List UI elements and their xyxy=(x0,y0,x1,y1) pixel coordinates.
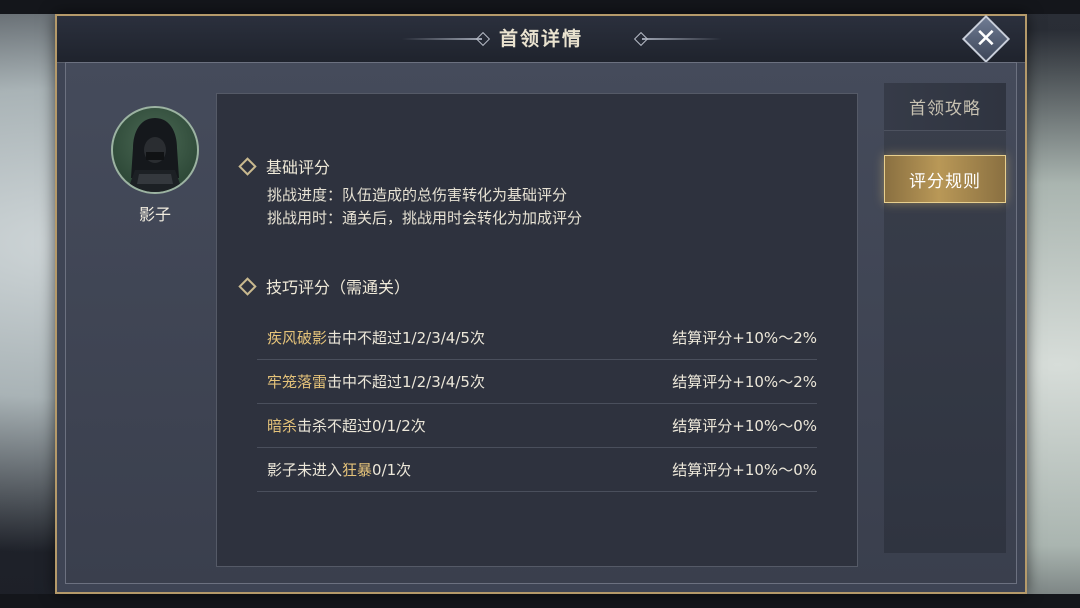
skill-rule-row: 牢笼落雷击中不超过1/2/3/4/5次 结算评分+10%～2% xyxy=(257,359,817,404)
dialog-title: 首领详情 xyxy=(498,28,583,50)
rule-reward: 结算评分+10%～0% xyxy=(672,416,817,435)
diamond-bullet-icon xyxy=(238,156,257,176)
rule-reward: 结算评分+10%～2% xyxy=(672,372,817,391)
skill-rule-row: 影子未进入狂暴0/1次 结算评分+10%～0% xyxy=(257,447,817,492)
boss-name: 影子 xyxy=(138,205,171,224)
rule-condition-text: 0/1次 xyxy=(372,460,412,479)
basic-score-line-1: 挑战进度：队伍造成的总伤害转化为基础评分 xyxy=(267,186,568,204)
rule-reward: 结算评分+10%～2% xyxy=(672,328,817,347)
basic-score-title: 基础评分 xyxy=(266,158,331,177)
rule-reward: 结算评分+10%～0% xyxy=(672,460,817,479)
rule-condition-text: 击中不超过1/2/3/4/5次 xyxy=(327,328,485,347)
basic-score-line-2: 挑战用时：通关后，挑战用时会转化为加成评分 xyxy=(267,209,583,227)
tab-column: 首领攻略 评分规则 xyxy=(884,83,1006,553)
skill-rule-row: 暗杀击杀不超过0/1/2次 结算评分+10%～0% xyxy=(257,403,817,448)
rule-skill-name: 牢笼落雷 xyxy=(267,372,328,391)
rule-skill-name: 疾风破影 xyxy=(267,328,328,347)
rule-condition: 疾风破影击中不超过1/2/3/4/5次 xyxy=(257,327,485,348)
top-edge xyxy=(0,0,1080,14)
basic-score-heading: 基础评分 xyxy=(238,154,331,178)
rule-condition: 暗杀击杀不超过0/1/2次 xyxy=(257,415,426,436)
tab-scoring-rules[interactable]: 评分规则 xyxy=(884,155,1006,203)
boss-details-dialog: 首领详情 ✕ 影子 基础评分 挑战进度：队伍造成的总伤害转化为基础评分 挑战用时… xyxy=(55,14,1027,594)
rule-condition-prefix: 影子未进入 xyxy=(267,460,343,479)
dialog-body: 影子 基础评分 挑战进度：队伍造成的总伤害转化为基础评分 挑战用时：通关后，挑战… xyxy=(65,62,1017,584)
close-x-icon: ✕ xyxy=(975,23,997,54)
tab-boss-strategy[interactable]: 首领攻略 xyxy=(884,83,1006,131)
close-button[interactable]: ✕ xyxy=(961,14,1011,64)
skill-score-title: 技巧评分（需通关） xyxy=(266,278,411,297)
skill-rule-row: 疾风破影击中不超过1/2/3/4/5次 结算评分+10%～2% xyxy=(257,315,817,360)
rule-condition: 牢笼落雷击中不超过1/2/3/4/5次 xyxy=(257,371,485,392)
dialog-header: 首领详情 ✕ xyxy=(57,14,1025,64)
rules-panel: 基础评分 挑战进度：队伍造成的总伤害转化为基础评分 挑战用时：通关后，挑战用时会… xyxy=(216,93,858,567)
skill-score-heading: 技巧评分（需通关） xyxy=(238,274,411,298)
rule-skill-name: 暗杀 xyxy=(267,416,298,435)
bottom-edge xyxy=(0,594,1080,608)
hooded-figure-portrait-icon xyxy=(127,118,183,192)
header-ornament-right xyxy=(642,38,722,40)
rule-condition-text: 击中不超过1/2/3/4/5次 xyxy=(327,372,485,391)
boss-avatar xyxy=(111,106,199,194)
diamond-bullet-icon xyxy=(238,276,257,296)
rule-condition: 影子未进入狂暴0/1次 xyxy=(257,459,411,480)
rule-skill-name: 狂暴 xyxy=(342,460,373,479)
rule-condition-text: 击杀不超过0/1/2次 xyxy=(297,416,426,435)
